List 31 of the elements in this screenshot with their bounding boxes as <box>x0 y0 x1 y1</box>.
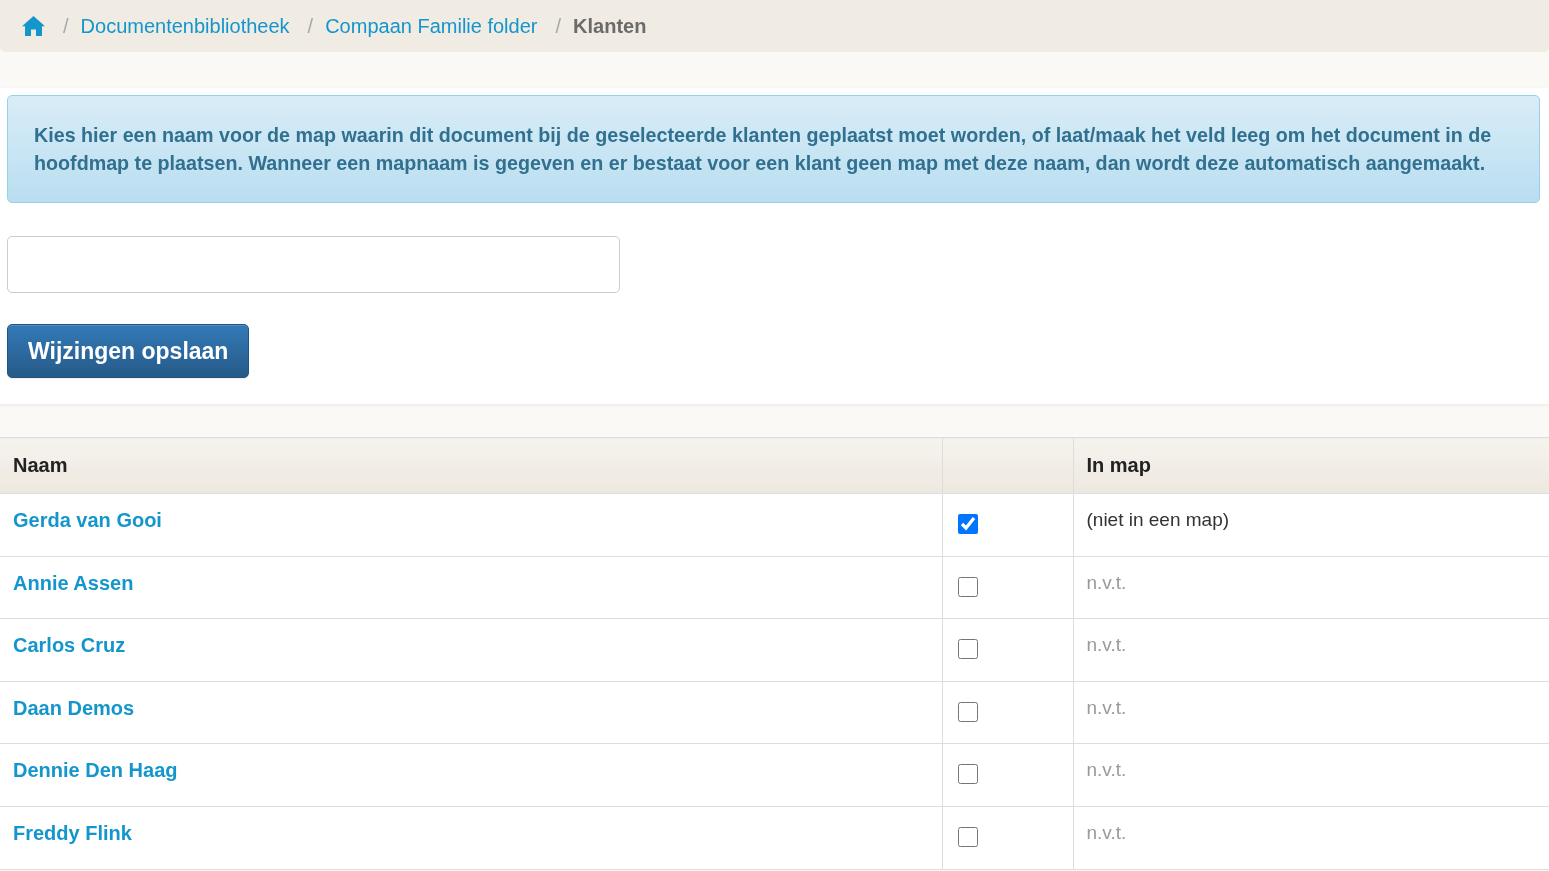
breadcrumb-separator: / <box>554 14 563 38</box>
folder-text: n.v.t. <box>1086 634 1127 656</box>
column-header: In map <box>1073 437 1549 494</box>
select-checkbox[interactable] <box>957 701 978 722</box>
select-checkbox[interactable] <box>957 639 978 660</box>
breadcrumb-link[interactable]: Compaan Familie folder <box>325 14 538 38</box>
folder-text: n.v.t. <box>1086 696 1127 718</box>
folder-text: (niet in een map) <box>1086 509 1230 530</box>
save-button[interactable]: Wijzingen opslaan <box>7 324 250 378</box>
client-name-link[interactable]: Annie Assen <box>13 571 134 594</box>
breadcrumb-link[interactable]: Documentenbibliotheek <box>80 14 290 38</box>
home-link[interactable] <box>22 16 45 36</box>
breadcrumb-separator: / <box>62 14 70 38</box>
client-name-link[interactable]: Dennie Den Haag <box>13 759 178 782</box>
client-name-link[interactable]: Daan Demos <box>13 696 135 719</box>
breadcrumb-separator: / <box>306 14 315 38</box>
select-checkbox[interactable] <box>957 576 978 597</box>
folder-name-input[interactable] <box>7 236 620 293</box>
folder-text: n.v.t. <box>1086 821 1127 843</box>
select-checkbox[interactable] <box>957 764 978 785</box>
folder-text: n.v.t. <box>1086 571 1127 593</box>
select-checkbox[interactable] <box>957 826 978 847</box>
column-header: Naam <box>0 437 942 494</box>
select-checkbox[interactable] <box>957 514 978 534</box>
home-icon <box>22 16 45 36</box>
info-alert: Kies hier een naam voor de map waarin dit document bij de geselecteerde klanten geplaatst moet worden, of laat/maak het veld leeg om het document in de hoofdmap te plaatsen. Wanneer een mapnaam is gegeven en er bestaat voor een klant geen map met deze naam, dan wordt deze automatisch aangemaakt. <box>7 95 1540 203</box>
client-name-link[interactable]: Freddy Flink <box>13 821 132 844</box>
client-name-link[interactable]: Gerda van Gooi <box>13 509 162 531</box>
client-name-link[interactable]: Carlos Cruz <box>13 634 126 657</box>
breadcrumb-current: Klanten <box>573 14 647 38</box>
folder-text: n.v.t. <box>1086 759 1127 781</box>
